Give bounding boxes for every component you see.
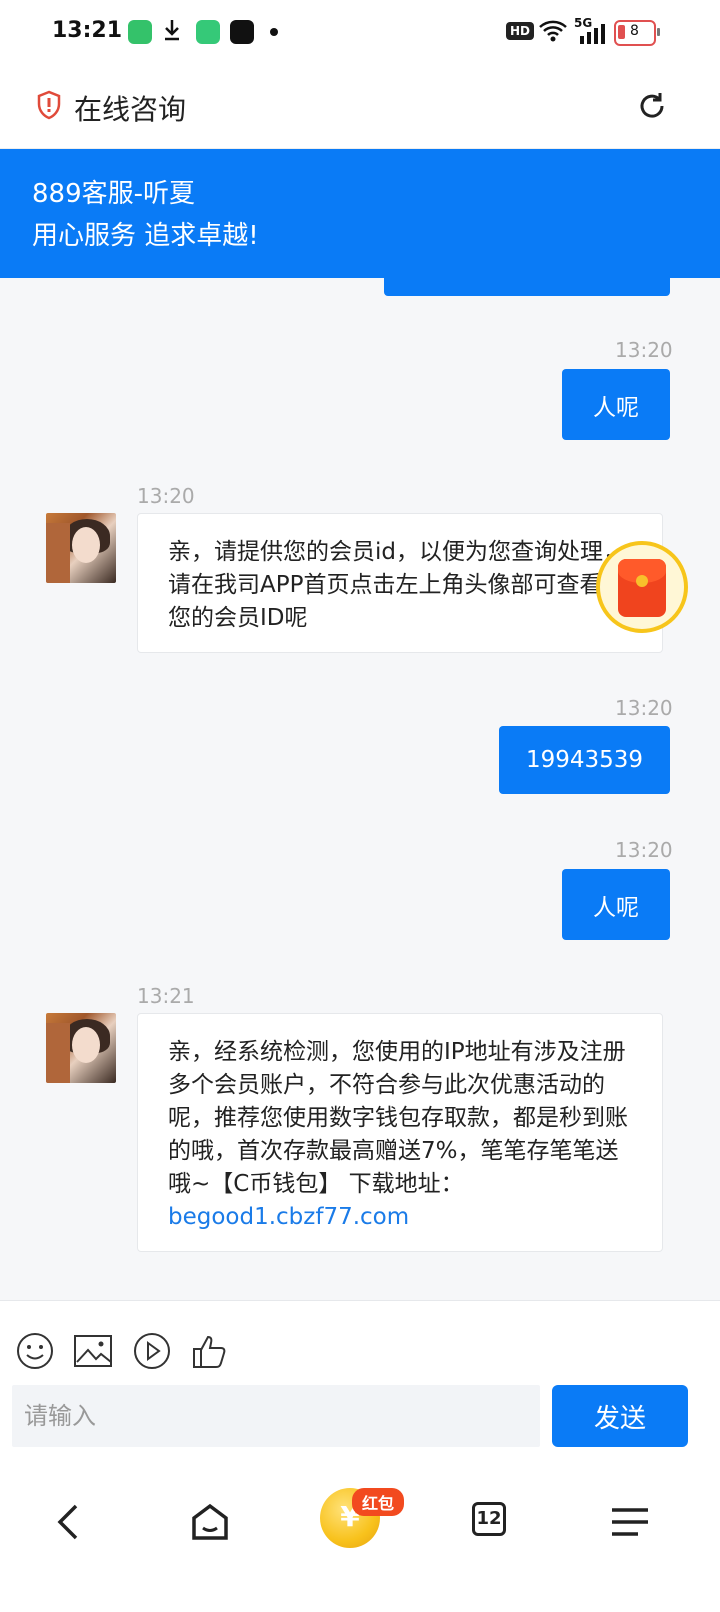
download-icon <box>165 20 179 41</box>
tabs-button[interactable]: 12 <box>472 1502 506 1536</box>
hd-indicator: HD <box>506 22 535 40</box>
composer: 发送 <box>0 1300 720 1471</box>
status-bar: 13:21 HD 5G 8 <box>0 0 720 64</box>
message-input[interactable] <box>12 1385 540 1447</box>
agent-name: 889客服-听夏 <box>32 179 196 209</box>
thumbs-up-icon[interactable] <box>190 1331 230 1371</box>
wifi-icon <box>539 20 567 42</box>
page-title: 在线咨询 <box>74 93 187 126</box>
outgoing-message: 19943539 <box>499 726 670 794</box>
status-time: 13:21 <box>52 18 123 43</box>
outgoing-message: 人呢 <box>562 369 670 440</box>
incoming-message: 亲，经系统检测，您使用的IP地址有涉及注册多个会员账户，不符合参与此次优惠活动的… <box>137 1013 663 1252</box>
shield-icon <box>37 90 61 120</box>
message-text: 亲，经系统检测，您使用的IP地址有涉及注册多个会员账户，不符合参与此次优惠活动的… <box>168 1039 628 1197</box>
emoji-icon[interactable] <box>15 1331 55 1371</box>
menu-icon[interactable] <box>608 1500 652 1544</box>
message-time: 13:20 <box>615 338 673 362</box>
battery-level: 8 <box>630 23 639 39</box>
tiktok-icon <box>230 20 254 44</box>
battery-icon: 8 <box>614 20 660 46</box>
refresh-icon[interactable] <box>636 90 668 122</box>
agent-avatar <box>46 513 116 583</box>
agent-slogan: 用心服务 追求卓越! <box>32 221 259 251</box>
message-time: 13:20 <box>137 484 195 508</box>
chat-area[interactable]: 13:20 人呢 13:20 亲，请提供您的会员id，以便为您查询处理，请在我司… <box>0 278 720 1300</box>
image-icon[interactable] <box>73 1331 113 1371</box>
video-icon[interactable] <box>132 1331 172 1371</box>
security-app-icon <box>128 20 152 44</box>
title-bar: 在线咨询 <box>0 64 720 149</box>
agent-banner: 889客服-听夏 用心服务 追求卓越! <box>0 149 720 278</box>
message-time: 13:21 <box>137 984 195 1008</box>
red-packet-button[interactable] <box>596 541 688 633</box>
back-icon[interactable] <box>48 1500 92 1544</box>
bottom-navigation: ¥ 红包 12 <box>0 1470 720 1612</box>
notification-dot-icon <box>270 28 278 36</box>
message-time: 13:20 <box>615 838 673 862</box>
outgoing-message: 人呢 <box>562 869 670 940</box>
signal-icon <box>580 24 605 44</box>
agent-avatar <box>46 1013 116 1083</box>
message-time: 13:20 <box>615 696 673 720</box>
previous-message-bubble <box>384 278 670 296</box>
incoming-message: 亲，请提供您的会员id，以便为您查询处理，请在我司APP首页点击左上角头像部可查… <box>137 513 663 653</box>
battery-app-icon <box>196 20 220 44</box>
red-packet-badge: 红包 <box>352 1488 405 1516</box>
download-link[interactable]: begood1.cbzf77.com <box>168 1204 409 1230</box>
home-icon[interactable] <box>188 1500 232 1544</box>
send-button[interactable]: 发送 <box>552 1385 688 1447</box>
